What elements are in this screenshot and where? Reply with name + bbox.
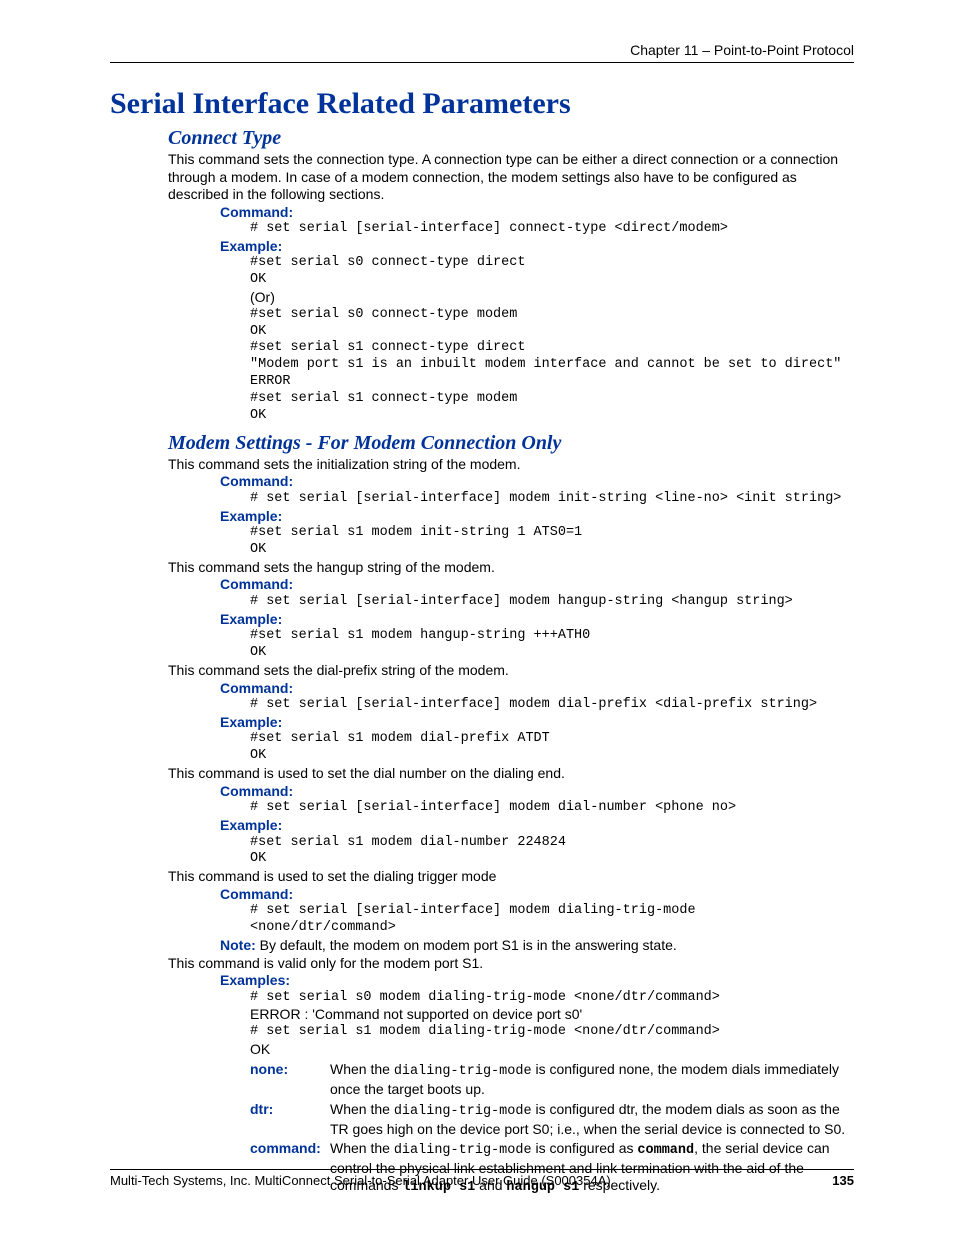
modem-p1: This command sets the initialization str… xyxy=(168,456,854,474)
note-label: Note: xyxy=(220,937,256,953)
modem-e2: #set serial s1 modem hangup-string +++AT… xyxy=(250,628,854,645)
chapter-header: Chapter 11 – Point-to-Point Protocol xyxy=(110,42,854,63)
ex-s0: # set serial s0 modem dialing-trig-mode … xyxy=(250,990,854,1007)
ok-text: OK xyxy=(250,542,854,559)
section-modem-settings: Modem Settings - For Modem Connection On… xyxy=(168,431,854,456)
ok-text: OK xyxy=(250,645,854,662)
modem-c3: # set serial [serial-interface] modem di… xyxy=(250,697,854,714)
page-footer: Multi-Tech Systems, Inc. MultiConnect Se… xyxy=(110,1169,854,1189)
ex-s1: # set serial s1 modem dialing-trig-mode … xyxy=(250,1024,854,1041)
connect-err: "Modem port s1 is an inbuilt modem inter… xyxy=(250,357,854,374)
example-label: Example: xyxy=(220,817,854,835)
modem-c5a: # set serial [serial-interface] modem di… xyxy=(250,903,854,920)
modem-c5b: <none/dtr/command> xyxy=(250,920,854,937)
modem-c2: # set serial [serial-interface] modem ha… xyxy=(250,594,854,611)
def-dtr: dtr: When the dialing-trig-mode is confi… xyxy=(250,1101,854,1138)
modem-p2: This command sets the hangup string of t… xyxy=(168,559,854,577)
page-title: Serial Interface Related Parameters xyxy=(110,85,854,123)
ex-s0-err: ERROR : 'Command not supported on device… xyxy=(250,1006,854,1024)
section-connect-type: Connect Type xyxy=(168,126,854,151)
or-text: (Or) xyxy=(250,289,854,307)
command-label: Command: xyxy=(220,783,854,801)
def-none-key: none: xyxy=(250,1061,330,1098)
modem-c4: # set serial [serial-interface] modem di… xyxy=(250,800,854,817)
command-label: Command: xyxy=(220,473,854,491)
def-dtr-key: dtr: xyxy=(250,1101,330,1138)
def-dtr-val: When the dialing-trig-mode is configured… xyxy=(330,1101,854,1138)
connect-ex4: #set serial s1 connect-type modem xyxy=(250,391,854,408)
connect-intro: This command sets the connection type. A… xyxy=(168,151,854,204)
ok-text: OK xyxy=(250,851,854,868)
example-label: Example: xyxy=(220,714,854,732)
ok-text: OK xyxy=(250,272,854,289)
modem-p5: This command is used to set the dialing … xyxy=(168,868,854,886)
example-label: Example: xyxy=(220,238,854,256)
ok-text: OK xyxy=(250,1041,854,1059)
error-text: ERROR xyxy=(250,374,854,391)
note-line: Note: By default, the modem on modem por… xyxy=(220,937,854,955)
command-label: Command: xyxy=(220,204,854,222)
ok-text: OK xyxy=(250,748,854,765)
modem-c1: # set serial [serial-interface] modem in… xyxy=(250,491,854,508)
page-number: 135 xyxy=(832,1173,854,1189)
example-label: Example: xyxy=(220,508,854,526)
connect-ex1: #set serial s0 connect-type direct xyxy=(250,255,854,272)
note-text: By default, the modem on modem port S1 i… xyxy=(256,937,677,953)
modem-p6: This command is valid only for the modem… xyxy=(168,955,854,973)
command-label: Command: xyxy=(220,680,854,698)
examples-label: Examples: xyxy=(220,972,854,990)
modem-e4: #set serial s1 modem dial-number 224824 xyxy=(250,835,854,852)
command-label: Command: xyxy=(220,576,854,594)
modem-p3: This command sets the dial-prefix string… xyxy=(168,662,854,680)
connect-ex2: #set serial s0 connect-type modem xyxy=(250,307,854,324)
modem-p4: This command is used to set the dial num… xyxy=(168,765,854,783)
def-none: none: When the dialing-trig-mode is conf… xyxy=(250,1061,854,1098)
modem-e1: #set serial s1 modem init-string 1 ATS0=… xyxy=(250,525,854,542)
command-label: Command: xyxy=(220,886,854,904)
connect-ex3: #set serial s1 connect-type direct xyxy=(250,340,854,357)
def-none-val: When the dialing-trig-mode is configured… xyxy=(330,1061,854,1098)
connect-command: # set serial [serial-interface] connect-… xyxy=(250,221,854,238)
ok-text: OK xyxy=(250,408,854,425)
modem-e3: #set serial s1 modem dial-prefix ATDT xyxy=(250,731,854,748)
example-label: Example: xyxy=(220,611,854,629)
footer-text: Multi-Tech Systems, Inc. MultiConnect Se… xyxy=(110,1173,611,1189)
ok-text: OK xyxy=(250,324,854,341)
